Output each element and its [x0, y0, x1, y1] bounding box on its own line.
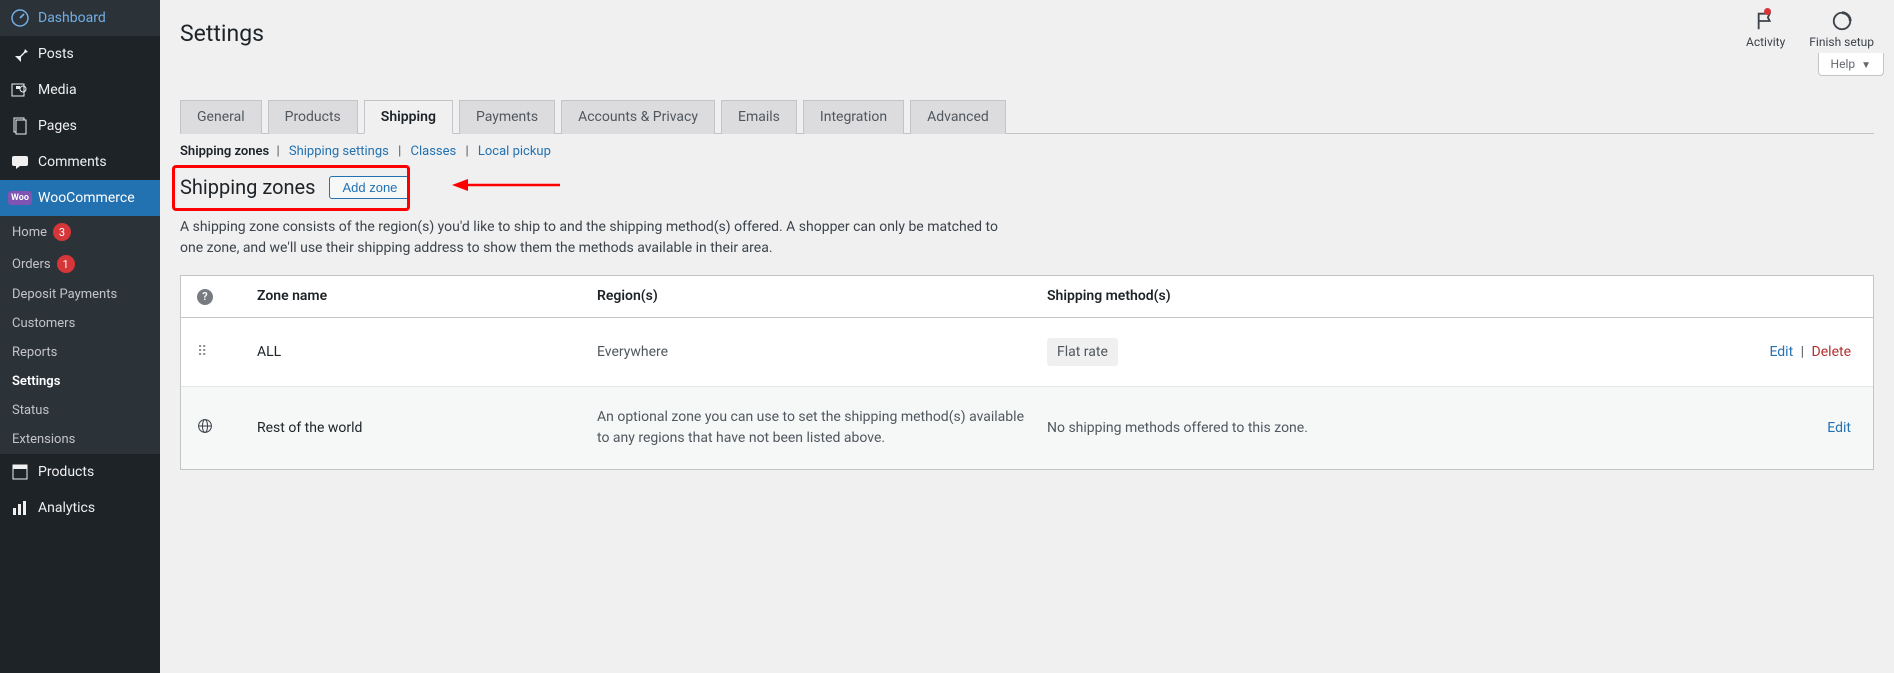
sidebar-item-label: Products: [38, 464, 94, 480]
help-column-icon[interactable]: ?: [197, 288, 257, 305]
sub-item-settings[interactable]: Settings: [0, 367, 160, 396]
tab-advanced[interactable]: Advanced: [910, 100, 1006, 134]
sidebar-item-label: Posts: [38, 46, 74, 62]
products-icon: [10, 462, 30, 482]
shipping-zones-table: ? Zone name Region(s) Shipping method(s)…: [180, 275, 1874, 470]
tab-payments[interactable]: Payments: [459, 100, 555, 134]
media-icon: [10, 80, 30, 100]
add-zone-button[interactable]: Add zone: [329, 176, 410, 199]
count-badge: 3: [53, 223, 71, 241]
row-actions: Edit | Delete: [1427, 344, 1857, 360]
page-icon: [10, 116, 30, 136]
sub-item-label: Reports: [12, 345, 57, 360]
subnav-local-pickup[interactable]: Local pickup: [478, 144, 551, 159]
edit-link[interactable]: Edit: [1827, 420, 1851, 436]
method-tag: Flat rate: [1047, 338, 1118, 366]
sub-item-deposit-payments[interactable]: Deposit Payments: [0, 280, 160, 309]
sidebar-item-products[interactable]: Products: [0, 454, 160, 490]
edit-link[interactable]: Edit: [1769, 344, 1793, 360]
tab-shipping[interactable]: Shipping: [364, 100, 453, 134]
sub-item-extensions[interactable]: Extensions: [0, 425, 160, 454]
col-zone-name: Zone name: [257, 288, 597, 304]
main-content: Settings Activity Finish setup: [160, 0, 1894, 673]
settings-tabs: General Products Shipping Payments Accou…: [180, 100, 1874, 134]
finish-setup-button[interactable]: Finish setup: [1809, 10, 1874, 49]
arrow-annotation-icon: [452, 175, 562, 199]
help-tab-label: Help: [1831, 57, 1856, 71]
woocommerce-icon: Woo: [10, 188, 30, 208]
globe-icon: [197, 418, 257, 438]
sidebar-item-label: Analytics: [38, 500, 95, 516]
icon-label: Activity: [1746, 35, 1785, 49]
sidebar-item-dashboard[interactable]: Dashboard: [0, 0, 160, 36]
col-regions: Region(s): [597, 288, 1047, 304]
zones-description: A shipping zone consists of the region(s…: [180, 217, 1000, 259]
progress-circle-icon: [1831, 10, 1853, 35]
sidebar-item-label: Dashboard: [38, 10, 106, 26]
zone-name: Rest of the world: [257, 420, 597, 436]
count-badge: 1: [57, 255, 75, 273]
subnav-current: Shipping zones: [180, 144, 269, 159]
table-row: ⠿ ALL Everywhere Flat rate Edit | Delete: [181, 318, 1873, 387]
help-tab[interactable]: Help ▼: [1818, 53, 1884, 76]
table-row: Rest of the world An optional zone you c…: [181, 387, 1873, 469]
analytics-icon: [10, 498, 30, 518]
sub-item-orders[interactable]: Orders 1: [0, 248, 160, 280]
flag-icon: [1755, 10, 1777, 35]
tab-accounts-privacy[interactable]: Accounts & Privacy: [561, 100, 715, 134]
sub-item-label: Orders: [12, 257, 51, 272]
drag-handle-icon[interactable]: ⠿: [197, 344, 257, 360]
dashboard-icon: [10, 8, 30, 28]
sidebar-item-analytics[interactable]: Analytics: [0, 490, 160, 526]
pin-icon: [10, 44, 30, 64]
sub-item-label: Home: [12, 225, 47, 240]
notification-dot-icon: [1764, 8, 1771, 15]
sidebar-item-pages[interactable]: Pages: [0, 108, 160, 144]
zone-methods: No shipping methods offered to this zone…: [1047, 420, 1427, 436]
page-title: Settings: [180, 10, 1746, 47]
sub-item-reports[interactable]: Reports: [0, 338, 160, 367]
subnav-classes[interactable]: Classes: [411, 144, 457, 159]
zone-region: An optional zone you can use to set the …: [597, 407, 1047, 449]
activity-button[interactable]: Activity: [1746, 10, 1785, 49]
table-header: ? Zone name Region(s) Shipping method(s): [181, 276, 1873, 318]
sidebar-item-media[interactable]: Media: [0, 72, 160, 108]
sidebar-item-posts[interactable]: Posts: [0, 36, 160, 72]
sub-item-label: Extensions: [12, 432, 75, 447]
sidebar-item-woocommerce[interactable]: Woo WooCommerce: [0, 180, 160, 216]
sidebar-item-label: Comments: [38, 154, 107, 170]
tab-products[interactable]: Products: [268, 100, 358, 134]
sidebar-item-comments[interactable]: Comments: [0, 144, 160, 180]
comment-icon: [10, 152, 30, 172]
woocommerce-submenu: Home 3 Orders 1 Deposit Payments Custome…: [0, 216, 160, 454]
admin-sidebar: Dashboard Posts Media Pages Comments: [0, 0, 160, 673]
caret-down-icon: ▼: [1861, 60, 1871, 71]
sidebar-item-label: Pages: [38, 118, 77, 134]
zone-name: ALL: [257, 344, 597, 360]
shipping-subnav: Shipping zones | Shipping settings | Cla…: [180, 144, 1874, 159]
sub-item-label: Settings: [12, 374, 60, 389]
icon-label: Finish setup: [1809, 35, 1874, 49]
tab-integration[interactable]: Integration: [803, 100, 904, 134]
tab-general[interactable]: General: [180, 100, 262, 134]
sidebar-item-label: WooCommerce: [38, 190, 135, 206]
tab-emails[interactable]: Emails: [721, 100, 797, 134]
sub-item-label: Status: [12, 403, 49, 418]
sub-item-label: Deposit Payments: [12, 287, 117, 302]
delete-link[interactable]: Delete: [1812, 344, 1851, 360]
subnav-shipping-settings[interactable]: Shipping settings: [289, 144, 389, 159]
shipping-zones-heading: Shipping zones: [180, 175, 315, 199]
sub-item-status[interactable]: Status: [0, 396, 160, 425]
sub-item-customers[interactable]: Customers: [0, 309, 160, 338]
zone-region: Everywhere: [597, 344, 1047, 360]
zone-methods: Flat rate: [1047, 338, 1427, 366]
sidebar-item-label: Media: [38, 82, 77, 98]
sub-item-home[interactable]: Home 3: [0, 216, 160, 248]
col-methods: Shipping method(s): [1047, 288, 1427, 304]
row-actions: Edit: [1427, 420, 1857, 436]
sub-item-label: Customers: [12, 316, 75, 331]
